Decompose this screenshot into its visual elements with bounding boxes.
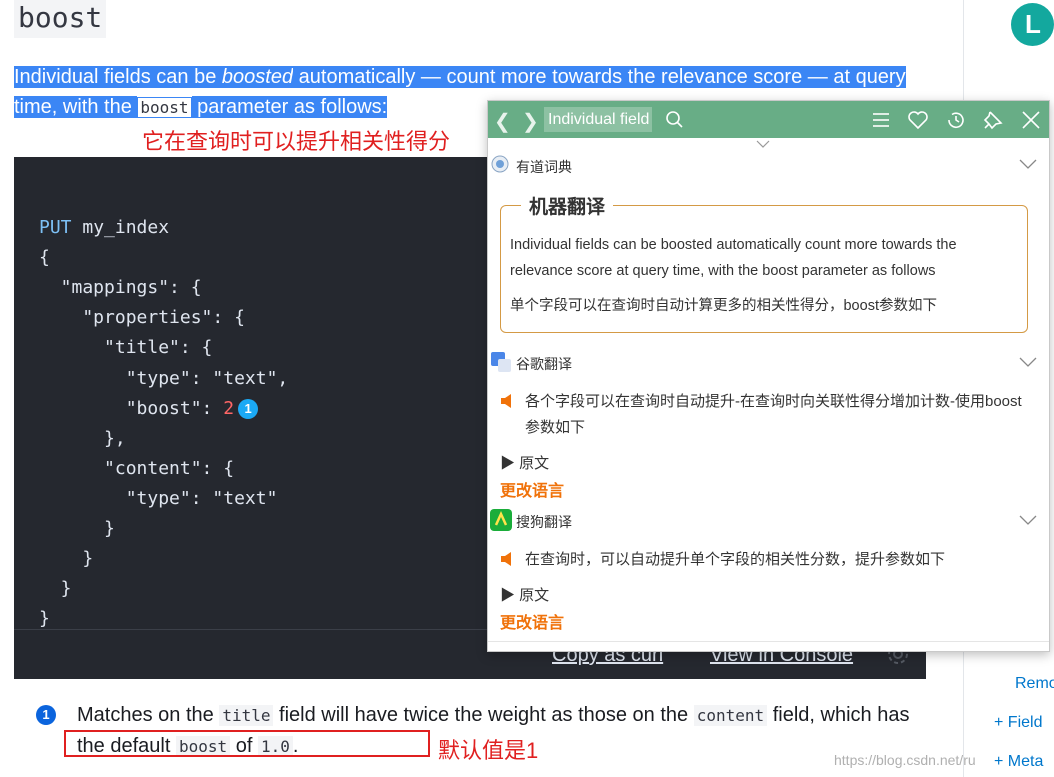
intro-text-1: Individual fields can be: [14, 66, 222, 88]
close-icon[interactable]: [1018, 107, 1044, 133]
code-keyword: PUT: [39, 217, 72, 239]
sogou-translation-text: 在查询时，可以自动提升单个字段的相关性分数，提升参数如下: [525, 551, 946, 568]
code-line: "mappings": {: [39, 277, 202, 299]
youdao-icon: [491, 155, 509, 173]
google-translation-text: 各个字段可以在查询时自动提升-在查询时向关联性得分增加计数-使用boost参数如…: [525, 393, 1022, 436]
pin-icon[interactable]: [980, 107, 1006, 133]
callout-number-badge: 1: [36, 705, 56, 725]
machine-translation-target: 单个字段可以在查询时自动计算更多的相关性得分，boost参数如下: [510, 298, 937, 314]
code-line: "properties": {: [39, 307, 245, 329]
code-line: },: [39, 427, 126, 449]
desc-code-content: content: [693, 705, 768, 726]
code-text: my_index: [71, 217, 170, 239]
annotation-red-box: [64, 730, 430, 757]
section-sogou: 搜狗翻译: [488, 509, 1049, 533]
speaker-icon[interactable]: [500, 551, 514, 567]
desc-text: Matches on the: [77, 704, 220, 726]
desc-text: field will have twice the weight as thos…: [273, 704, 694, 726]
popup-header: ❮ ❯ Individual field: [488, 101, 1049, 138]
code-line: }: [39, 548, 94, 570]
chevron-down-icon[interactable]: [1019, 514, 1037, 526]
google-translate-icon: [491, 352, 511, 372]
code-line: PUT my_index: [39, 217, 169, 238]
chevron-down-icon[interactable]: [1019, 356, 1037, 368]
code-line: }: [39, 518, 115, 540]
section-sogou-title: 搜狗翻译: [516, 514, 572, 530]
section-google: 谷歌翻译: [488, 351, 1049, 375]
intro-text-3: parameter as follows:: [191, 96, 388, 118]
code-line: "type": "text",: [39, 367, 289, 389]
intro-code-boost: boost: [137, 97, 192, 118]
back-icon[interactable]: ❮: [494, 109, 511, 134]
google-change-language[interactable]: 更改语言: [500, 477, 564, 501]
intro-emphasis: boosted: [221, 66, 294, 88]
code-line: "content": {: [39, 457, 235, 479]
sidebar-item-field[interactable]: + Field: [994, 714, 1042, 732]
code-callout-badge[interactable]: 1: [238, 398, 259, 419]
history-icon[interactable]: [943, 107, 969, 133]
search-icon[interactable]: [662, 107, 688, 133]
sidebar-item-meta[interactable]: + Meta: [994, 753, 1043, 771]
watermark: https://blog.csdn.net/ru: [834, 752, 976, 768]
code-line: "boost": 21: [39, 397, 259, 419]
code-text: "boost":: [39, 397, 224, 419]
chevron-down-icon[interactable]: [1019, 158, 1037, 170]
popup-query-field[interactable]: Individual field: [544, 107, 652, 132]
sogou-original-toggle[interactable]: ▶ 原文: [500, 584, 549, 605]
app-logo: L: [1011, 3, 1054, 46]
section-youdao: 有道词典: [488, 154, 1049, 178]
google-original-toggle[interactable]: ▶ 原文: [500, 452, 549, 473]
sidebar-item-remove[interactable]: Remo: [1015, 675, 1054, 693]
desc-code-title: title: [219, 705, 274, 726]
code-lines: PUT my_index { "mappings": { "properties…: [39, 183, 288, 634]
section-youdao-title: 有道词典: [516, 159, 572, 175]
heart-icon[interactable]: [905, 107, 931, 133]
machine-translation-source: Individual fields can be boosted automat…: [510, 237, 957, 279]
code-line: "type": "text": [39, 487, 278, 509]
machine-translation-title: 机器翻译: [521, 192, 614, 219]
code-line: }: [39, 578, 72, 600]
annotation-boost-note: 它在查询时可以提升相关性得分: [142, 129, 451, 154]
collapse-chevron-icon[interactable]: [756, 139, 770, 149]
sogou-icon: [490, 509, 512, 531]
speaker-icon[interactable]: [500, 393, 514, 409]
code-line: }: [39, 608, 50, 630]
menu-icon[interactable]: [868, 107, 894, 133]
code-line: "title": {: [39, 337, 213, 359]
code-line: {: [39, 247, 50, 269]
forward-icon[interactable]: ❯: [522, 109, 539, 134]
machine-translation-box: 机器翻译 Individual fields can be boosted au…: [500, 192, 1028, 333]
page-title: boost: [14, 0, 107, 38]
annotation-default-note: 默认值是1: [438, 738, 539, 763]
popup-divider: [488, 641, 1049, 642]
sogou-change-language[interactable]: 更改语言: [500, 609, 564, 633]
code-number: 2: [223, 397, 235, 419]
section-google-title: 谷歌翻译: [516, 356, 572, 372]
translation-popup: ❮ ❯ Individual field 有道词典 机器翻译 Individua…: [487, 100, 1050, 652]
logo-letter: L: [1025, 9, 1041, 39]
